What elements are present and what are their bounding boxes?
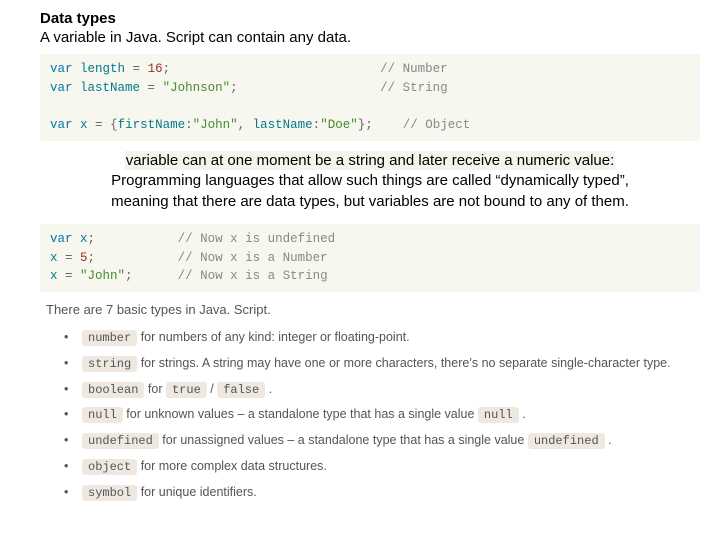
- ident: x: [73, 232, 88, 246]
- list-item: null for unknown values – a standalone t…: [70, 406, 700, 424]
- comment: // Object: [403, 118, 471, 132]
- colon: :: [185, 118, 193, 132]
- para-line: meaning that there are data types, but v…: [111, 193, 629, 210]
- kw: var: [50, 62, 73, 76]
- str: "John": [80, 269, 125, 283]
- brace: {: [110, 118, 118, 132]
- comment: // Now x is a Number: [178, 251, 328, 265]
- list-item: boolean for true / false .: [70, 381, 700, 399]
- semi: ;: [230, 81, 238, 95]
- kw: var: [50, 81, 73, 95]
- ident: x: [50, 251, 58, 265]
- space: [245, 118, 253, 132]
- page-title: Data types: [40, 10, 700, 27]
- comma: ,: [238, 118, 246, 132]
- list-item: object for more complex data structures.: [70, 458, 700, 476]
- paragraph-dynamic-typing: variable can at one moment be a string a…: [40, 151, 700, 212]
- semi: ;: [163, 62, 171, 76]
- type-desc: for more complex data structures.: [137, 459, 327, 473]
- type-desc: for unknown values – a standalone type t…: [123, 407, 478, 421]
- type-chip: number: [82, 330, 137, 346]
- key: firstName: [118, 118, 186, 132]
- ident: x: [50, 269, 58, 283]
- type-chip: boolean: [82, 382, 144, 398]
- str: "Johnson": [163, 81, 231, 95]
- page-subheading: A variable in Java. Script can contain a…: [40, 29, 700, 46]
- semi: ;: [125, 269, 133, 283]
- ident: length: [80, 62, 125, 76]
- type-tail: .: [265, 382, 272, 396]
- list-item: string for strings. A string may have on…: [70, 355, 700, 373]
- para-line: Programming languages that allow such th…: [111, 172, 629, 189]
- comment: // Now x is a String: [178, 269, 328, 283]
- type-desc: for: [144, 382, 166, 396]
- type-tail: .: [519, 407, 526, 421]
- highlighted-line: variable can at one moment be a string a…: [125, 151, 616, 170]
- types-list: number for numbers of any kind: integer …: [40, 329, 700, 502]
- type-chip: undefined: [82, 433, 159, 449]
- kw: var: [50, 232, 73, 246]
- op: =: [58, 251, 81, 265]
- code-block-2: var x; // Now x is undefined x = 5; // N…: [40, 224, 700, 292]
- type-desc: for numbers of any kind: integer or floa…: [137, 330, 409, 344]
- list-item: number for numbers of any kind: integer …: [70, 329, 700, 347]
- type-chip: symbol: [82, 485, 137, 501]
- semi: ;: [365, 118, 373, 132]
- str: "Doe": [320, 118, 358, 132]
- comment: // Number: [380, 62, 448, 76]
- type-sep: /: [207, 382, 217, 396]
- op: =: [125, 62, 148, 76]
- type-desc: for strings. A string may have one or mo…: [137, 356, 670, 370]
- type-chip: false: [217, 382, 265, 398]
- ident: lastName: [80, 81, 140, 95]
- type-chip: undefined: [528, 433, 605, 449]
- type-chip: string: [82, 356, 137, 372]
- code-block-1: var length = 16; // Number var lastName …: [40, 54, 700, 141]
- type-chip: object: [82, 459, 137, 475]
- key: lastName: [253, 118, 313, 132]
- op: =: [58, 269, 81, 283]
- kw: var: [50, 118, 73, 132]
- comment: // Now x is undefined: [178, 232, 336, 246]
- list-item: undefined for unassigned values – a stan…: [70, 432, 700, 450]
- op: =: [88, 118, 111, 132]
- list-item: symbol for unique identifiers.: [70, 484, 700, 502]
- semi: ;: [88, 232, 96, 246]
- comment: // String: [380, 81, 448, 95]
- op: =: [140, 81, 163, 95]
- type-chip: null: [478, 407, 519, 423]
- type-desc: for unique identifiers.: [137, 485, 257, 499]
- type-desc: for unassigned values – a standalone typ…: [159, 433, 528, 447]
- types-intro: There are 7 basic types in Java. Script.: [46, 302, 700, 317]
- num: 16: [148, 62, 163, 76]
- str: "John": [193, 118, 238, 132]
- type-chip: true: [166, 382, 207, 398]
- type-chip: null: [82, 407, 123, 423]
- semi: ;: [88, 251, 96, 265]
- type-tail: .: [605, 433, 612, 447]
- num: 5: [80, 251, 88, 265]
- ident: x: [80, 118, 88, 132]
